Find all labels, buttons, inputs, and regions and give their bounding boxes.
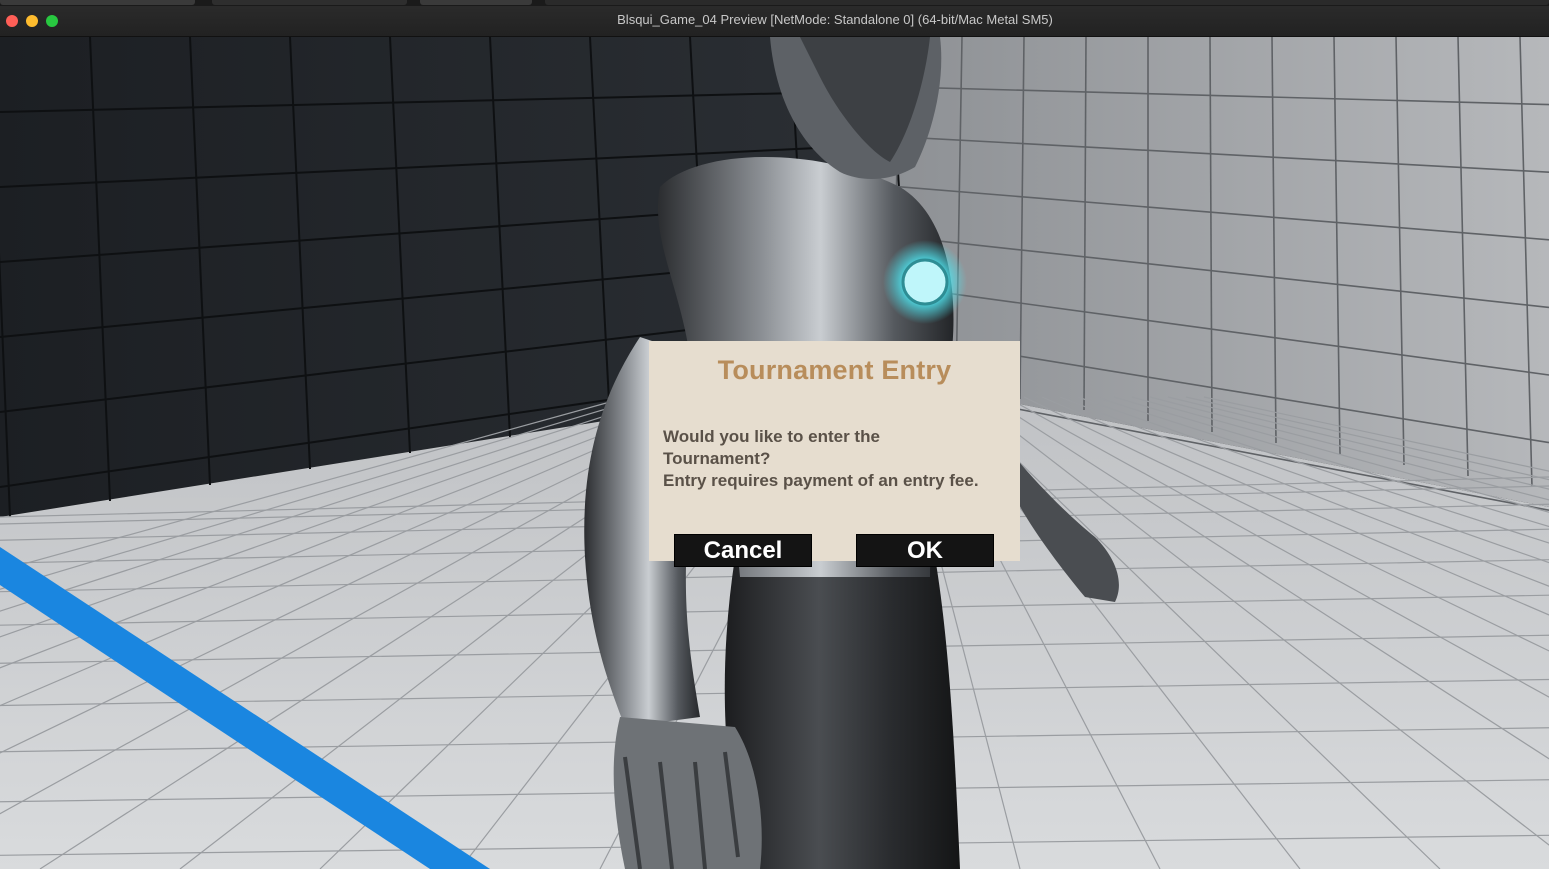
window-title: Blsqui_Game_04 Preview [NetMode: Standal… <box>617 12 1053 27</box>
ok-button[interactable]: OK <box>856 534 994 567</box>
tab-piece <box>545 0 1549 5</box>
tab-piece <box>0 0 195 5</box>
tab-piece <box>420 0 532 5</box>
dialog-title: Tournament Entry <box>717 355 952 385</box>
title-bar[interactable]: Blsqui_Game_04 Preview [NetMode: Standal… <box>0 0 1549 37</box>
tab-piece <box>212 0 407 5</box>
dialog-message-line: Entry requires payment of an entry fee. <box>663 471 979 490</box>
dialog-message: Would you like to enter the Tournament? … <box>663 426 1013 492</box>
game-preview-window: Blsqui_Game_04 Preview [NetMode: Standal… <box>0 0 1549 869</box>
tournament-entry-dialog: Tournament Entry Would you like to enter… <box>649 341 1020 567</box>
tab-strip <box>0 0 1549 6</box>
dialog-message-line: Would you like to enter the <box>663 427 880 446</box>
cancel-button[interactable]: Cancel <box>674 534 812 567</box>
dialog-message-line: Tournament? <box>663 449 771 468</box>
